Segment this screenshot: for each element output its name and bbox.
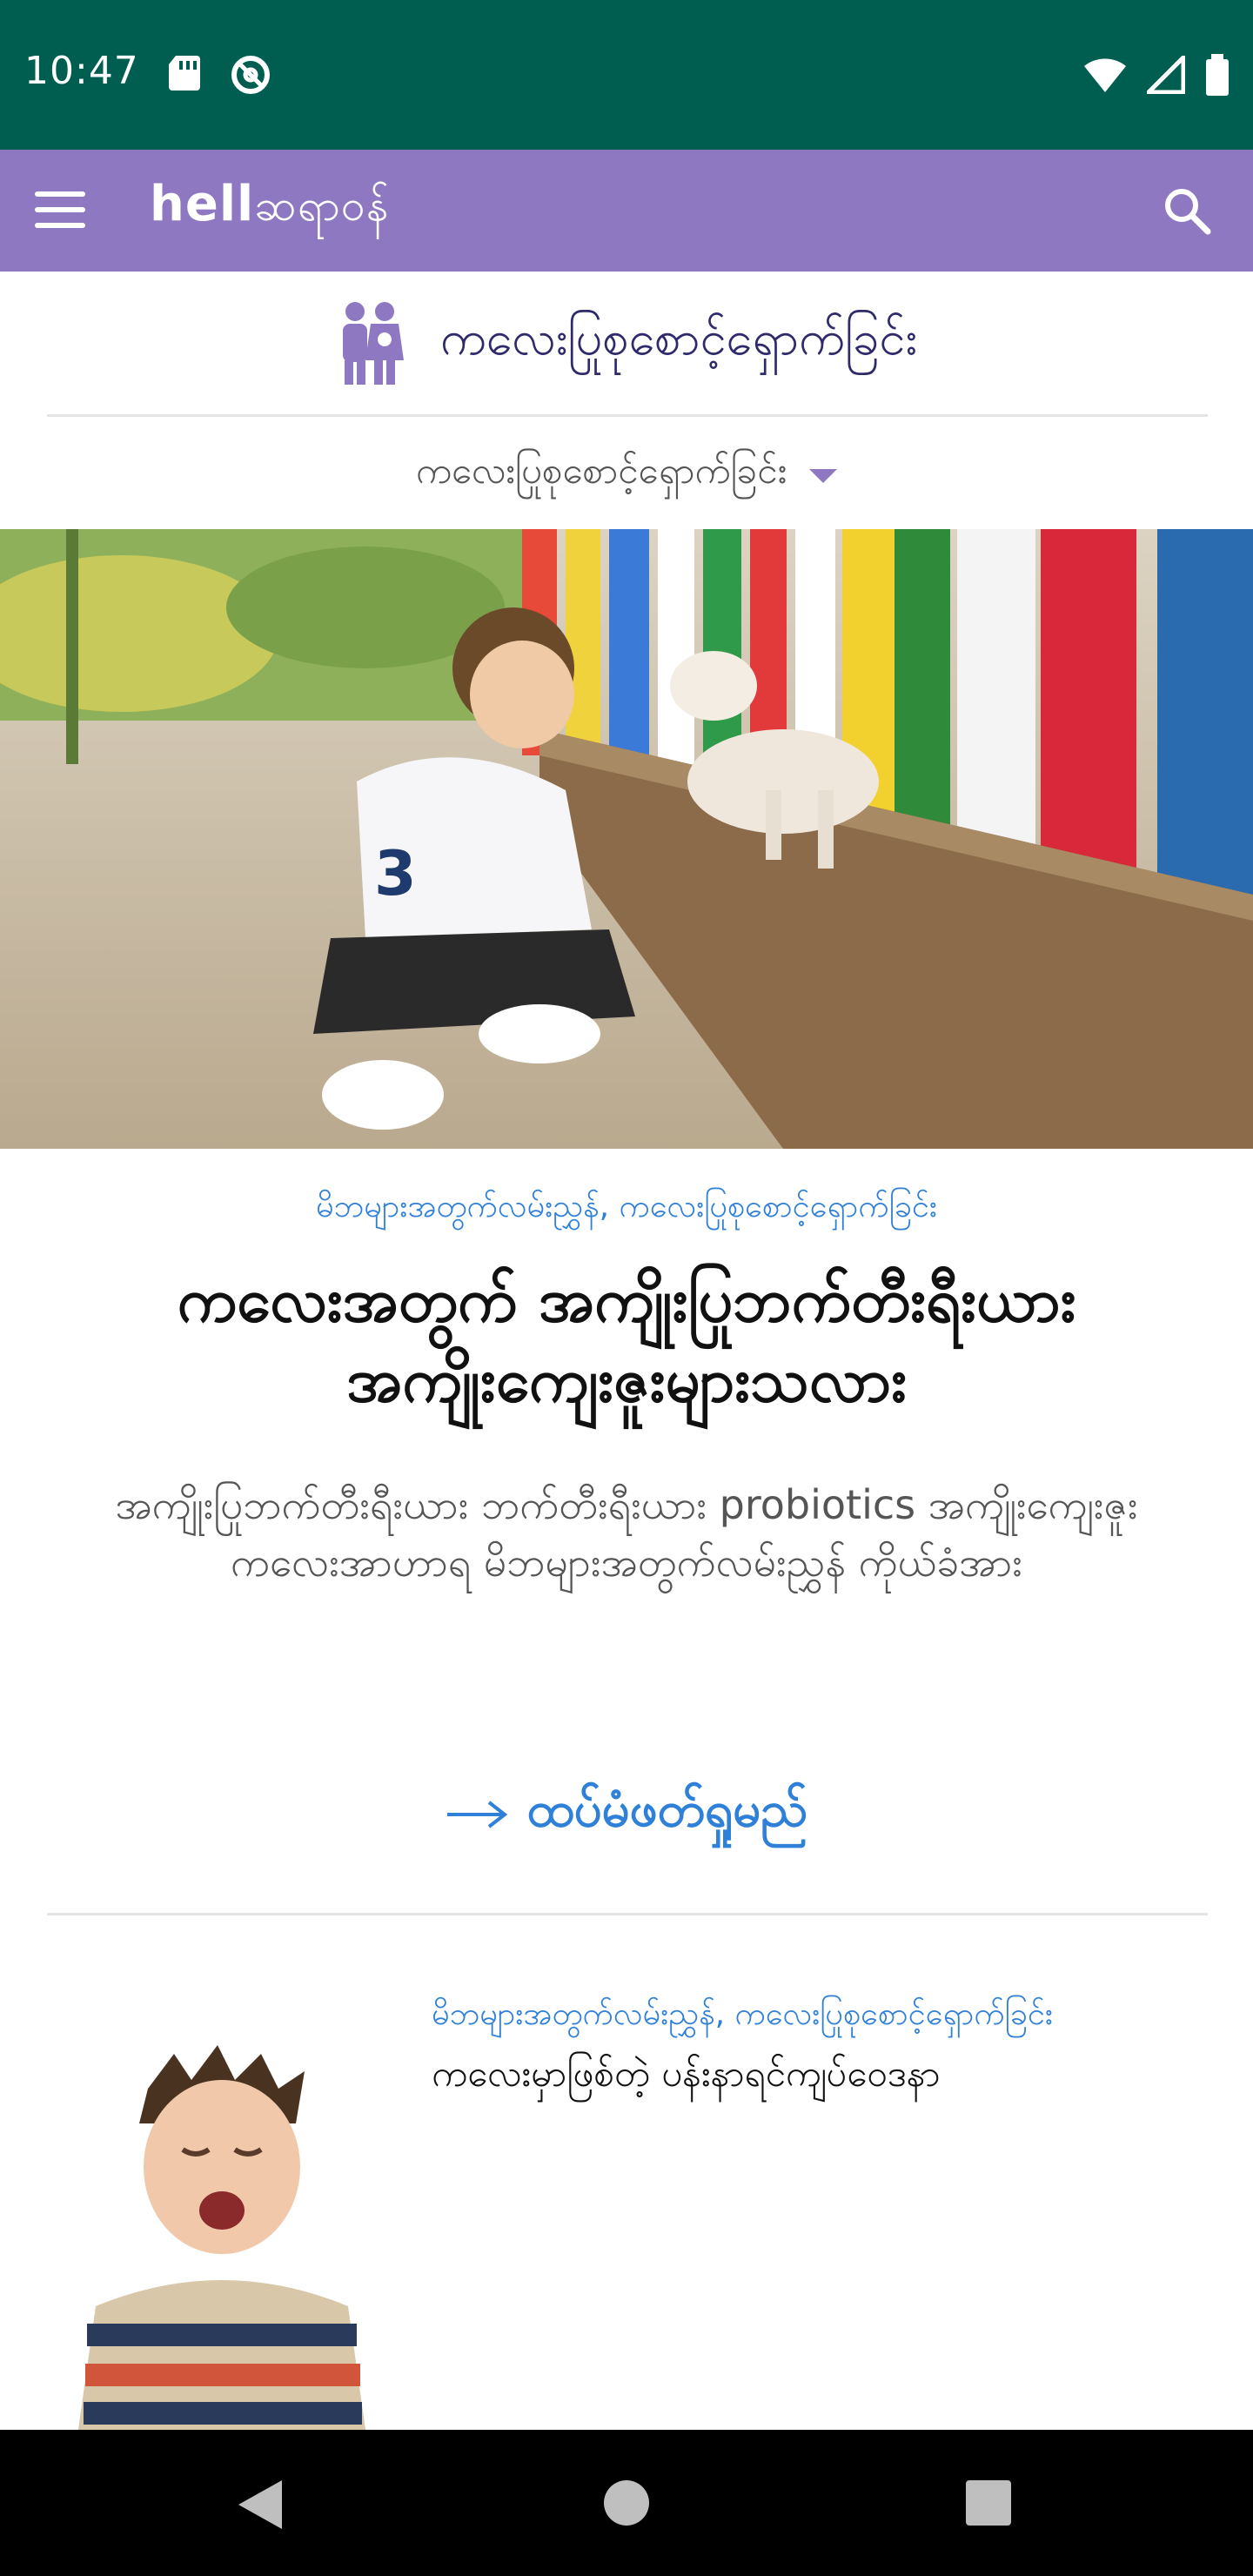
article-title[interactable]: ကလေးမှာဖြစ်တဲ့ ပန်းနာရင်ကျပ်ဝေဒနာ [432,2050,941,2104]
search-button[interactable] [1161,184,1213,237]
status-time: 10:47 [24,49,139,93]
article-tags[interactable]: မိဘများအတွက်လမ်းညွှန်, ကလေးပြုစုစောင့်ရှ… [432,1993,1053,2040]
article-thumbnail[interactable] [44,2019,392,2430]
hero-article-title[interactable]: ကလေးအတွက် အကျိုးပြုဘက်တီးရီးယား အကျိုးကျ… [70,1260,1183,1420]
arrow-right-icon [446,1801,507,1828]
brand-logo[interactable]: hellဆရာဝန် [150,176,390,242]
yawning-boy-photo [44,2019,392,2430]
subcategory-dropdown[interactable]: ကလေးပြုစုစောင့်ရှောက်ခြင်း [0,435,1253,513]
read-more-link[interactable]: ထပ်မံဖတ်ရှုမည် [0,1775,1253,1854]
divider [47,1913,1208,1915]
no-disturb-icon [231,56,270,94]
boy-with-goat-photo: 3 [0,529,1253,1149]
read-more-label: ထပ်မံဖတ်ရှုမည် [526,1781,808,1838]
menu-button[interactable] [35,184,87,237]
app-bar: hellဆရာဝန် [0,150,1253,272]
divider [47,414,1208,417]
chevron-down-icon [809,469,838,483]
wifi-icon [1084,58,1126,92]
subcategory-label: ကလေးပြုစုစောင့်ရှောက်ခြင်း [415,449,787,492]
hero-article-image[interactable]: 3 [0,529,1253,1149]
cell-signal-icon [1147,56,1185,94]
recents-icon[interactable] [966,2480,1011,2526]
category-title: ကလေးပြုစုစောင့်ရှောက်ခြင်း [439,310,918,366]
svg-text:3: 3 [374,838,417,909]
system-nav-bar [0,2430,1253,2576]
parent-child-icon [342,302,404,385]
search-icon [1165,189,1211,235]
back-icon[interactable] [235,2479,285,2531]
hero-article-tags[interactable]: မိဘများအတွက်လမ်းညွှန်, ကလေးပြုစုစောင့်ရှ… [0,1185,1253,1232]
category-header: ကလေးပြုစုစောင့်ရှောက်ခြင်း [0,272,1253,414]
battery-icon [1206,54,1229,96]
sd-card-icon [169,56,200,91]
status-bar: 10:47 [0,0,1253,150]
hero-article-description: အကျိုးပြုဘက်တီးရီးယား ဘက်တီးရီးယား probi… [115,1481,1138,1586]
home-icon[interactable] [604,2480,649,2526]
hamburger-menu-icon [35,191,85,197]
